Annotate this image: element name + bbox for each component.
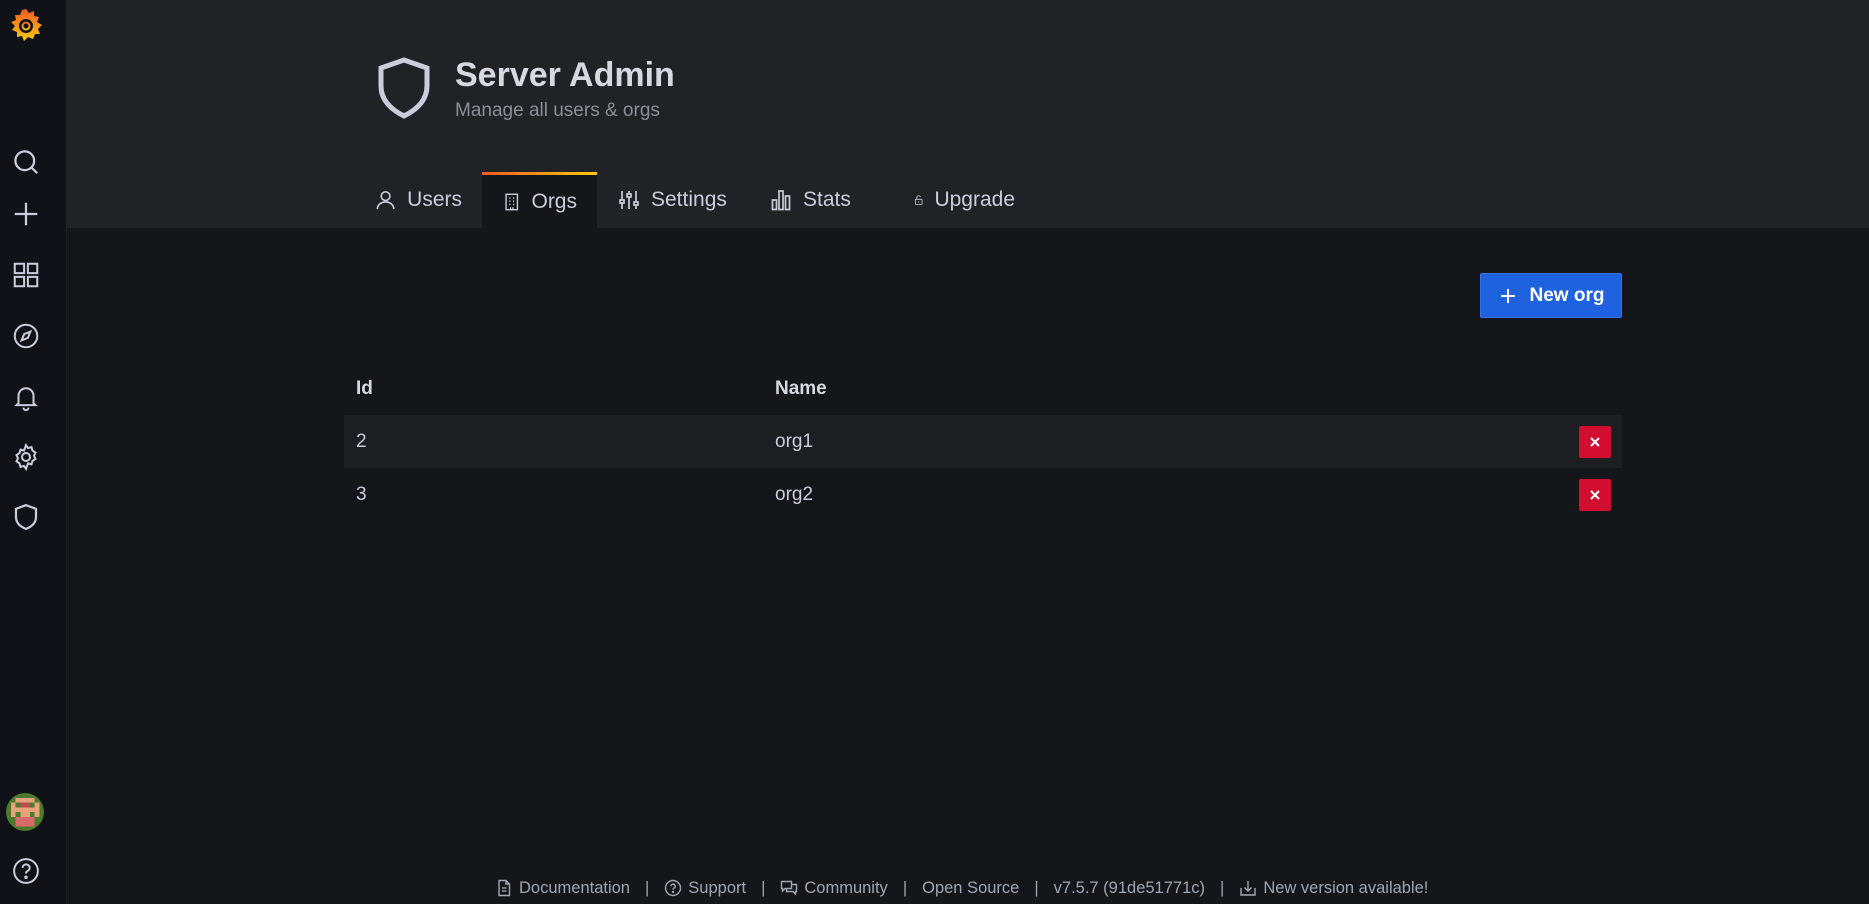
question-circle-icon: [665, 879, 682, 897]
footer-separator: |: [644, 878, 650, 897]
sidebar-item-configuration[interactable]: [0, 431, 52, 483]
sliders-icon: [619, 191, 639, 209]
new-org-label: New org: [1529, 284, 1605, 306]
dashboards-icon: [13, 262, 39, 288]
org-id-cell[interactable]: 3: [356, 484, 367, 506]
table-header: Id Name: [344, 363, 1622, 415]
bar-chart-icon: [771, 190, 791, 211]
tab-label: Orgs: [531, 189, 577, 213]
tab-settings[interactable]: Settings: [597, 172, 749, 228]
tab-label: Stats: [803, 188, 851, 211]
footer-separator: |: [1034, 878, 1039, 897]
comments-icon: [781, 880, 798, 896]
footer-separator: |: [902, 878, 908, 897]
footer-separator: |: [761, 878, 766, 897]
page-title: Server Admin: [455, 56, 675, 94]
shield-icon: [14, 503, 38, 531]
page-header: Server Admin Manage all users & orgs Use…: [67, 0, 1869, 228]
search-icon: [14, 150, 39, 175]
footer-community-label: Community: [804, 878, 888, 897]
unlock-icon: [914, 195, 923, 205]
footer-support-label: Support: [688, 878, 747, 897]
orgs-table: Id Name 2 org1 3 org2: [344, 363, 1622, 521]
page-subtitle: Manage all users & orgs: [455, 100, 660, 121]
tab-users[interactable]: Users: [354, 172, 482, 228]
page-tabs: Users Orgs Settings Stats Upgrade: [354, 172, 1035, 228]
bell-icon: [14, 387, 38, 412]
org-id-cell[interactable]: 2: [356, 431, 367, 453]
footer-new-version-label: New version available!: [1263, 878, 1429, 897]
footer-open-source-link[interactable]: Open Source: [922, 879, 1019, 898]
plus-icon: [1500, 288, 1515, 303]
footer-open-source-label: Open Source: [922, 878, 1020, 897]
sidebar-item-dashboards[interactable]: [0, 249, 52, 301]
tab-stats[interactable]: Stats: [749, 172, 893, 228]
footer-separator: |: [1220, 878, 1225, 897]
footer-new-version-link[interactable]: New version available!: [1239, 879, 1428, 898]
footer-support-link[interactable]: Support: [664, 879, 746, 898]
footer: Documentation | Support | Community | Op…: [495, 876, 1428, 900]
shield-icon: [378, 57, 430, 119]
close-icon: [1590, 436, 1600, 447]
sidebar-item-create[interactable]: [0, 188, 52, 240]
close-icon: [1590, 489, 1600, 500]
sidebar-item-search[interactable]: [0, 136, 52, 188]
tab-orgs[interactable]: Orgs: [482, 172, 597, 228]
download-icon: [1240, 881, 1257, 896]
building-icon: [505, 193, 519, 210]
user-icon: [376, 190, 395, 210]
sidebar-item-alerting[interactable]: [0, 371, 52, 423]
org-name-cell[interactable]: org1: [775, 431, 813, 453]
delete-org-button[interactable]: [1579, 478, 1611, 511]
tab-label: Settings: [651, 188, 727, 211]
table-row[interactable]: 2 org1: [344, 415, 1622, 468]
delete-org-button[interactable]: [1579, 425, 1611, 458]
column-header-id: Id: [356, 378, 373, 399]
sidebar-item-help[interactable]: [0, 845, 52, 897]
side-menu: [0, 0, 67, 904]
tab-label: Upgrade: [934, 188, 1015, 211]
document-icon: [498, 879, 511, 897]
gear-icon: [15, 442, 37, 472]
new-org-button[interactable]: New org: [1480, 273, 1622, 318]
footer-documentation-link[interactable]: Documentation: [495, 879, 630, 898]
sidebar-item-server-admin[interactable]: [0, 491, 52, 543]
sidebar-item-explore[interactable]: [0, 310, 52, 362]
org-name-cell[interactable]: org2: [775, 484, 813, 506]
tab-label: Users: [407, 188, 462, 211]
column-header-name: Name: [775, 378, 827, 399]
table-row[interactable]: 3 org2: [344, 468, 1622, 521]
footer-community-link[interactable]: Community: [780, 878, 888, 898]
tab-upgrade[interactable]: Upgrade: [893, 172, 1035, 228]
footer-documentation-label: Documentation: [519, 878, 630, 897]
question-circle-icon: [13, 858, 39, 884]
avatar[interactable]: [6, 793, 44, 831]
plus-icon: [14, 202, 38, 226]
compass-icon: [13, 323, 39, 349]
footer-version: v7.5.7 (91de51771c): [1053, 878, 1206, 897]
grafana-logo-icon[interactable]: [6, 6, 46, 46]
